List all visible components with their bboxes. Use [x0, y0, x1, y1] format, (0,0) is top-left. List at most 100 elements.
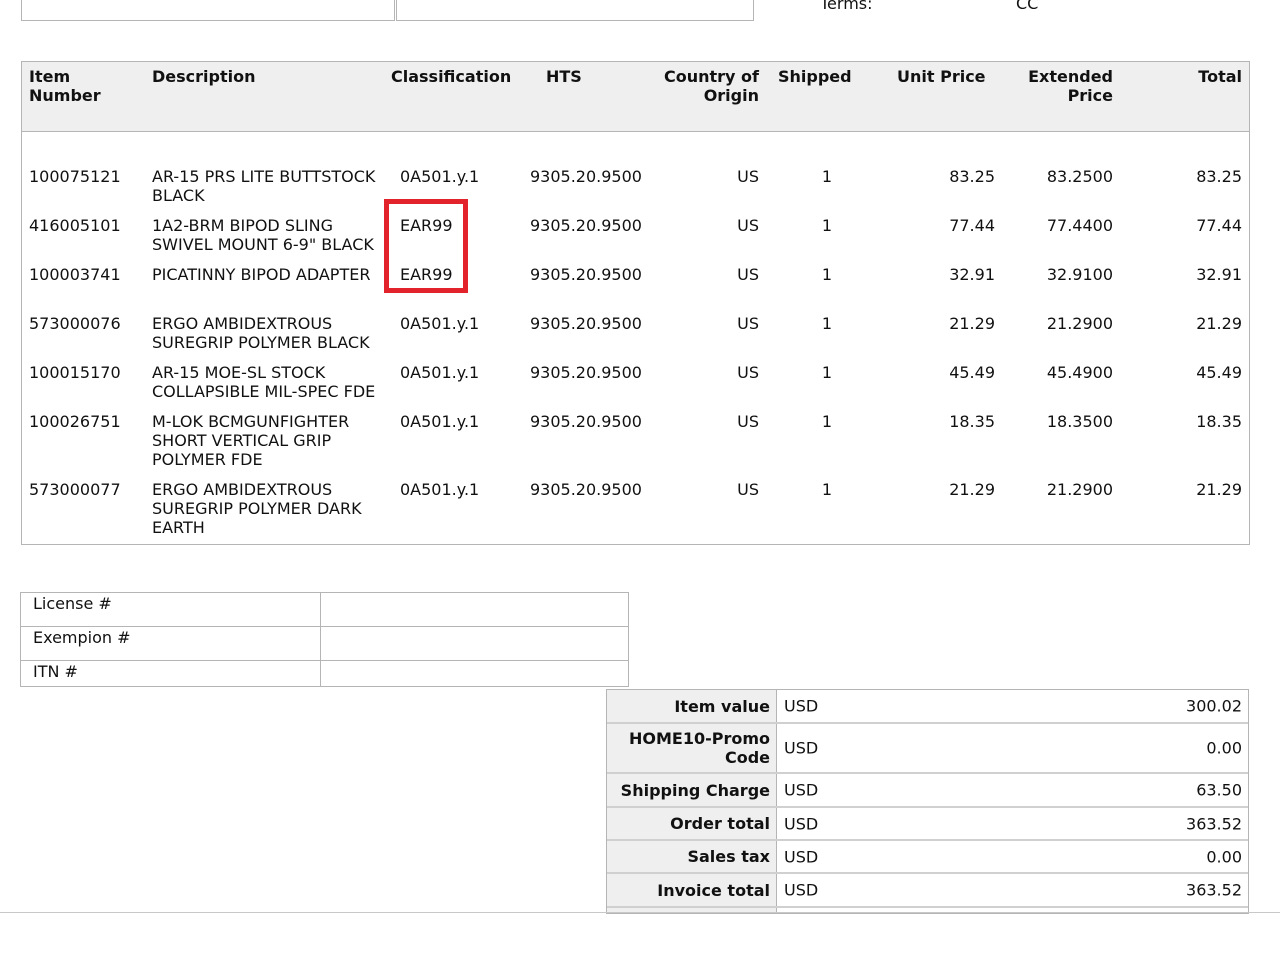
- country-cell: US: [737, 265, 759, 284]
- page-bottom-rule: [0, 912, 1280, 913]
- shipped-cell: 1: [821, 265, 832, 284]
- item-number-cell: 573000077: [29, 480, 121, 499]
- hts-cell: 9305.20.9500: [530, 480, 642, 499]
- extended-price-cell: 18.3500: [1046, 412, 1113, 431]
- country-cell: US: [737, 314, 759, 333]
- shipped-cell: 1: [821, 412, 832, 431]
- unit-price-cell: 32.91: [949, 265, 995, 284]
- totals-row-order-total: Order total USD 363.52: [607, 808, 1248, 841]
- shipped-cell: 1: [821, 363, 832, 382]
- ship-to-box: [21, 0, 395, 21]
- item-number-cell: 573000076: [29, 314, 121, 333]
- header-hts: HTS: [546, 67, 582, 86]
- total-cell: 45.49: [1196, 363, 1242, 382]
- amount: 63.50: [1196, 780, 1242, 800]
- item-number-cell: 100075121: [29, 167, 121, 186]
- header-description: Description: [152, 67, 256, 86]
- country-cell: US: [737, 216, 759, 235]
- hts-cell: 9305.20.9500: [530, 216, 642, 235]
- classification-cell: 0A501.y.1: [400, 314, 480, 333]
- license-row: License #: [21, 593, 628, 627]
- currency: USD: [784, 847, 819, 866]
- header-extended-price: Extended Price: [1028, 67, 1113, 105]
- total-cell: 32.91: [1196, 265, 1242, 284]
- terms-value: CC: [1016, 0, 1039, 13]
- shipped-cell: 1: [821, 314, 832, 333]
- classification-cell: 0A501.y.1: [400, 363, 480, 382]
- unit-price-cell: 21.29: [949, 480, 995, 499]
- itn-row: ITN #: [21, 661, 628, 688]
- totals-overflow-row: [607, 908, 777, 913]
- exemption-label: Exempion #: [33, 628, 131, 647]
- totals-label: Sales tax: [607, 841, 777, 872]
- hts-cell: 9305.20.9500: [530, 314, 642, 333]
- shipped-cell: 1: [821, 480, 832, 499]
- amount: 363.52: [1186, 880, 1242, 900]
- item-number-cell: 100015170: [29, 363, 121, 382]
- amount: 0.00: [1206, 847, 1242, 866]
- totals-row-invoice-total: Invoice total USD 363.52: [607, 874, 1248, 908]
- header-item-number: Item Number: [29, 67, 101, 105]
- extended-price-cell: 83.2500: [1046, 167, 1113, 186]
- description-cell: M-LOK BCMGUNFIGHTER SHORT VERTICAL GRIP …: [152, 412, 350, 469]
- description-cell: AR-15 MOE-SL STOCK COLLAPSIBLE MIL-SPEC …: [152, 363, 376, 401]
- hts-cell: 9305.20.9500: [530, 412, 642, 431]
- header-total: Total: [1198, 67, 1242, 86]
- bill-to-box: [396, 0, 754, 21]
- description-cell: AR-15 PRS LITE BUTTSTOCK BLACK: [152, 167, 376, 205]
- shipped-cell: 1: [821, 167, 832, 186]
- currency: USD: [784, 780, 819, 800]
- terms-label: Terms:: [820, 0, 873, 13]
- item-number-cell: 100003741: [29, 265, 121, 284]
- ear99-highlight-box: [384, 199, 468, 293]
- item-number-cell: 416005101: [29, 216, 121, 235]
- itn-label: ITN #: [33, 662, 78, 681]
- header-classification: Classification: [391, 67, 512, 86]
- unit-price-cell: 45.49: [949, 363, 995, 382]
- classification-cell: 0A501.y.1: [400, 167, 480, 186]
- currency: USD: [784, 696, 819, 716]
- total-cell: 77.44: [1196, 216, 1242, 235]
- license-label: License #: [33, 594, 112, 613]
- country-cell: US: [737, 167, 759, 186]
- description-cell: 1A2-BRM BIPOD SLING SWIVEL MOUNT 6-9" BL…: [152, 216, 374, 254]
- unit-price-cell: 83.25: [949, 167, 995, 186]
- header-shipped: Shipped: [778, 67, 852, 86]
- description-cell: PICATINNY BIPOD ADAPTER: [152, 265, 371, 284]
- extended-price-cell: 32.9100: [1046, 265, 1113, 284]
- description-cell: ERGO AMBIDEXTROUS SUREGRIP POLYMER BLACK: [152, 314, 370, 352]
- totals-row-promo-code: HOME10-Promo Code USD 0.00: [607, 724, 1248, 774]
- header-unit-price: Unit Price: [897, 67, 986, 86]
- totals-row-sales-tax: Sales tax USD 0.00: [607, 841, 1248, 874]
- country-cell: US: [737, 480, 759, 499]
- extended-price-cell: 21.2900: [1046, 480, 1113, 499]
- item-number-cell: 100026751: [29, 412, 121, 431]
- total-cell: 83.25: [1196, 167, 1242, 186]
- hts-cell: 9305.20.9500: [530, 363, 642, 382]
- totals-label: Item value: [607, 690, 777, 722]
- line-items-table: Item Number Description Classification H…: [21, 61, 1250, 545]
- classification-cell: 0A501.y.1: [400, 412, 480, 431]
- exemption-row: Exempion #: [21, 627, 628, 661]
- amount: 300.02: [1186, 696, 1242, 716]
- hts-cell: 9305.20.9500: [530, 167, 642, 186]
- totals-label: Invoice total: [607, 874, 777, 906]
- description-cell: ERGO AMBIDEXTROUS SUREGRIP POLYMER DARK …: [152, 480, 362, 537]
- shipped-cell: 1: [821, 216, 832, 235]
- currency: USD: [784, 738, 819, 758]
- totals-label: Shipping Charge: [607, 774, 777, 806]
- header-country-of-origin: Country of Origin: [663, 67, 759, 105]
- extended-price-cell: 77.4400: [1046, 216, 1113, 235]
- currency: USD: [784, 880, 819, 900]
- total-cell: 21.29: [1196, 314, 1242, 333]
- classification-cell: 0A501.y.1: [400, 480, 480, 499]
- unit-price-cell: 77.44: [949, 216, 995, 235]
- totals-label: HOME10-Promo Code: [607, 724, 777, 772]
- license-table: License # Exempion # ITN #: [20, 592, 629, 687]
- totals-label: Order total: [607, 808, 777, 839]
- totals-row-shipping-charge: Shipping Charge USD 63.50: [607, 774, 1248, 808]
- extended-price-cell: 45.4900: [1046, 363, 1113, 382]
- total-cell: 21.29: [1196, 480, 1242, 499]
- country-cell: US: [737, 363, 759, 382]
- hts-cell: 9305.20.9500: [530, 265, 642, 284]
